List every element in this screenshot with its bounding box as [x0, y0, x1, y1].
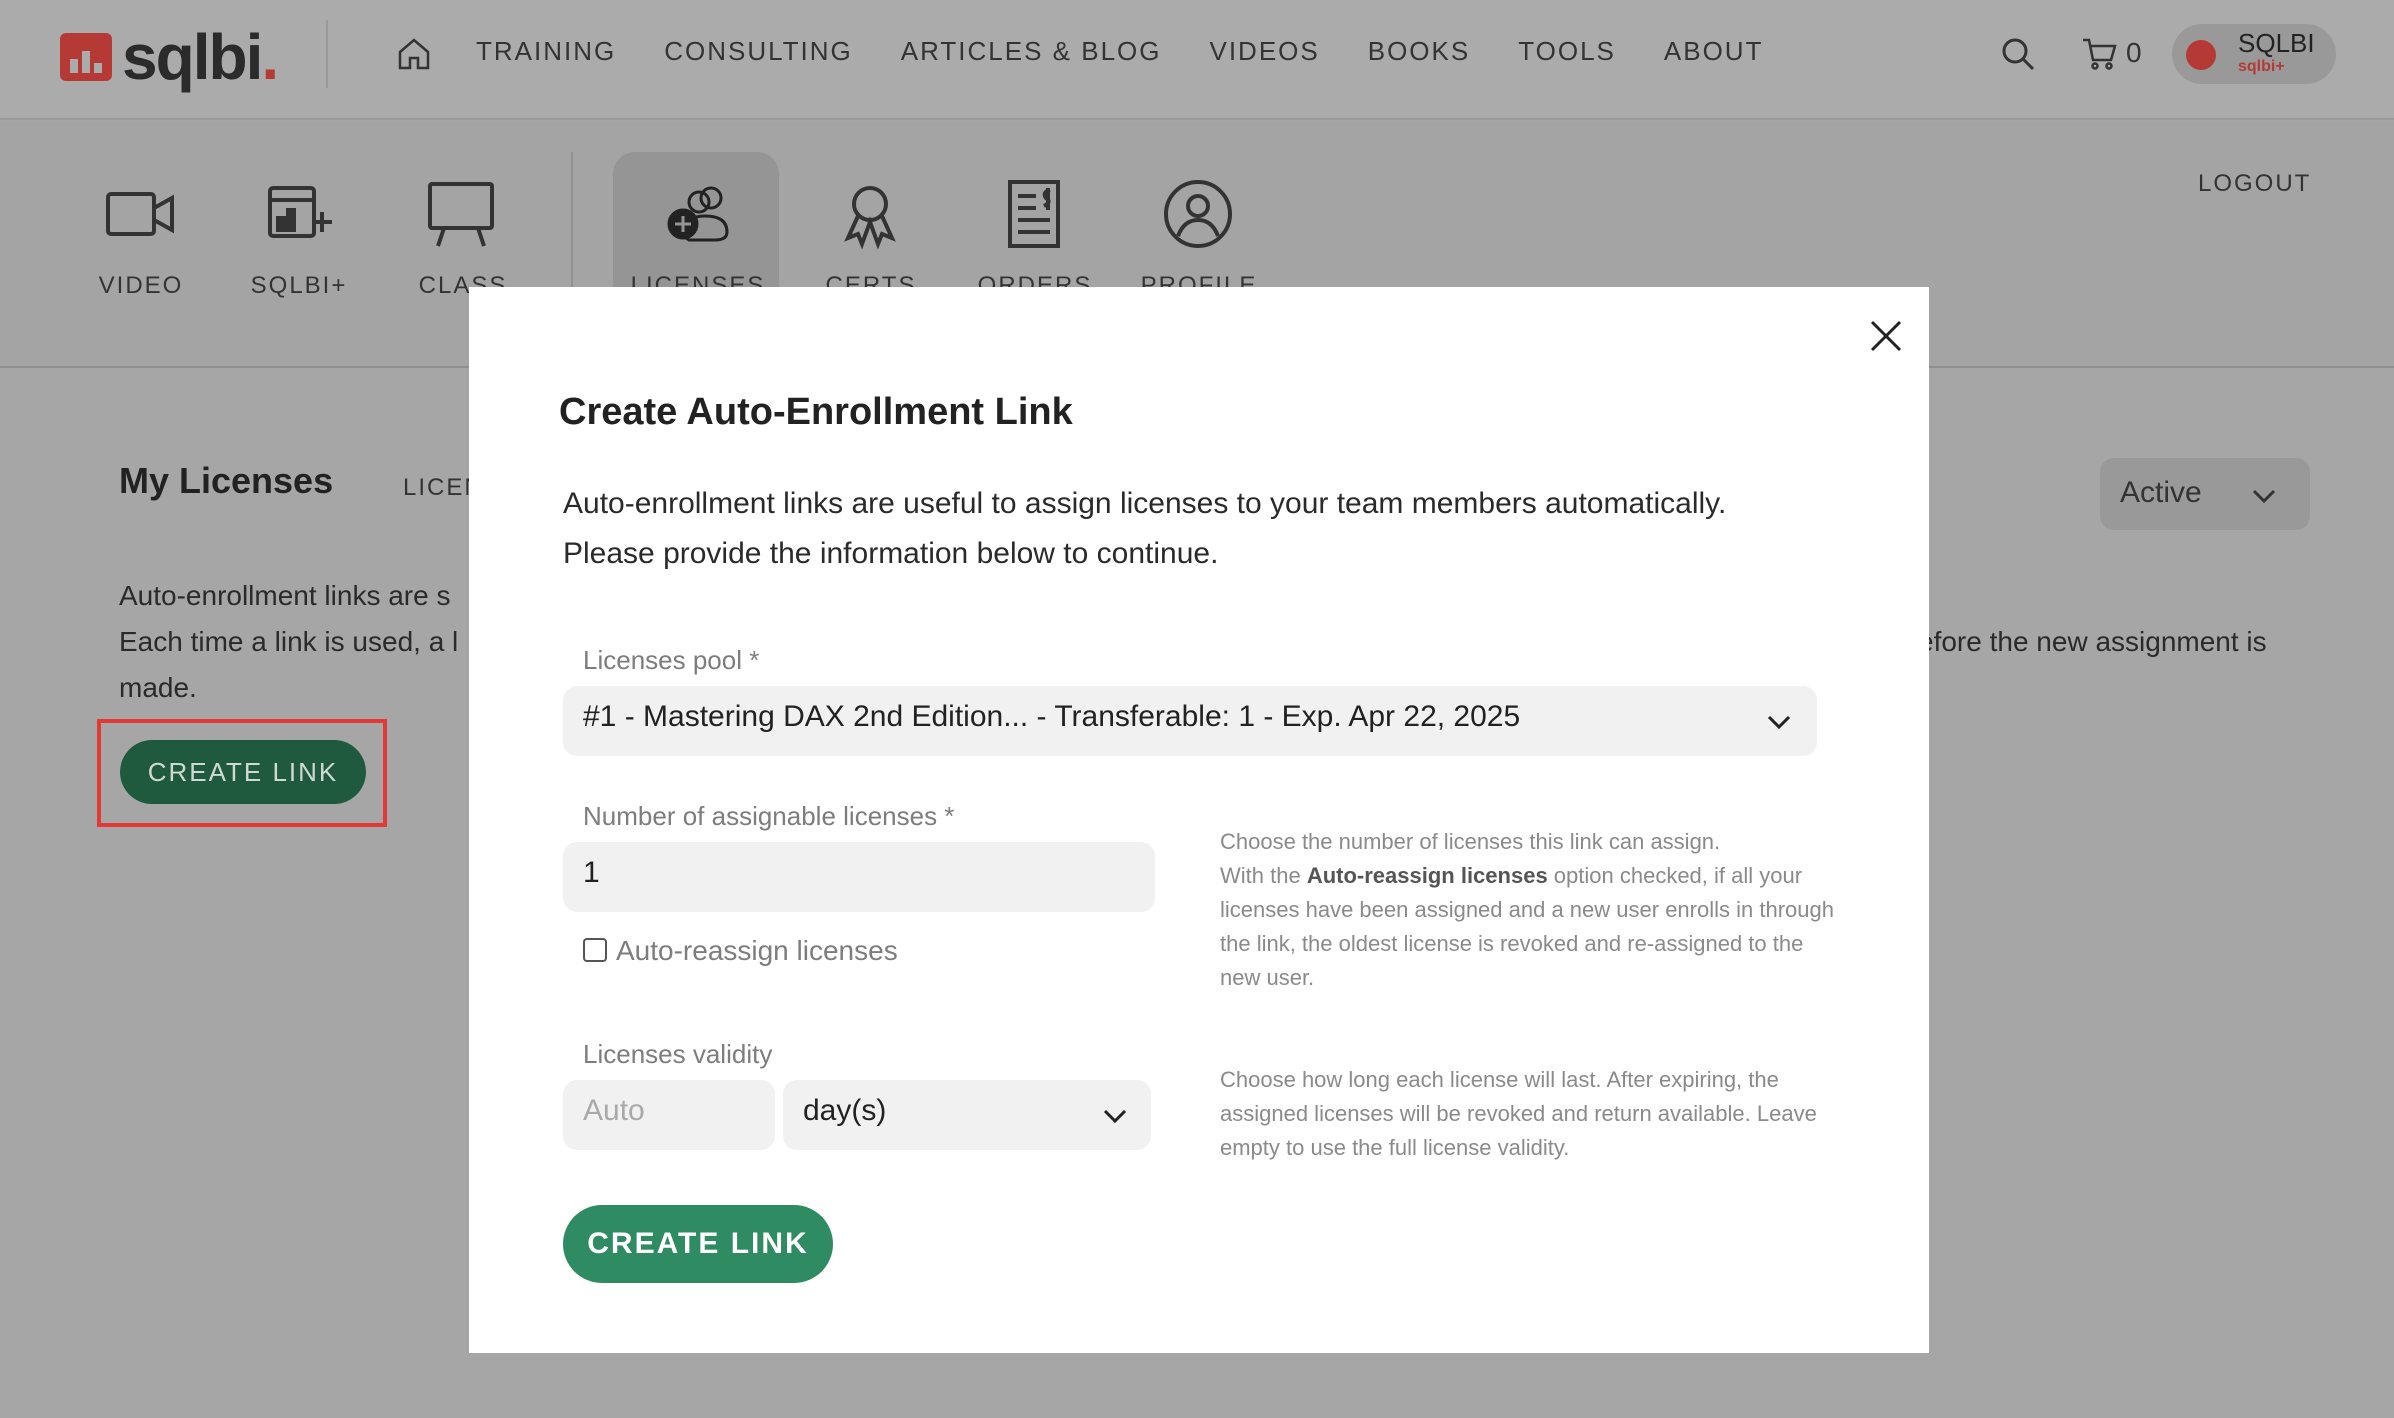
intro-line: Please provide the information below to …	[563, 537, 1219, 570]
auto-reassign-checkbox[interactable]	[583, 938, 607, 962]
auto-reassign-label[interactable]: Auto-reassign licenses	[616, 935, 898, 967]
video-icon	[106, 192, 174, 236]
licenses-pool-label: Licenses pool *	[583, 645, 760, 675]
search-icon[interactable]	[1998, 34, 2038, 74]
page-description: Auto-enrollment links are s Each time a …	[119, 573, 458, 711]
sqlbi-plus-icon	[268, 186, 332, 238]
license-count-input[interactable]: 1	[563, 842, 1155, 912]
logo-mark-icon	[60, 33, 112, 81]
user-avatar	[2186, 40, 2216, 70]
validity-input[interactable]: Auto	[563, 1080, 775, 1150]
description-line: made.	[119, 672, 197, 703]
user-subscription: sqlbi+	[2238, 58, 2285, 75]
cart-count: 0	[2126, 37, 2142, 68]
validity-hint: Choose how long each license will last. …	[1220, 1067, 1817, 1160]
license-count-label: Number of assignable licenses *	[583, 801, 955, 831]
menu-item-books[interactable]: BOOKS	[1368, 36, 1470, 67]
validity-placeholder: Auto	[583, 1094, 645, 1127]
user-menu[interactable]: SQLBI sqlbi+	[2172, 24, 2336, 84]
modal-title: Create Auto-Enrollment Link	[559, 391, 1073, 433]
license-count-hint: Choose the number of licenses this link …	[1220, 825, 1840, 995]
description-line: Auto-enrollment links are s	[119, 580, 451, 611]
logo-dot: .	[261, 21, 279, 93]
modal-intro: Auto-enrollment links are useful to assi…	[563, 479, 1726, 579]
validity-unit-value: day(s)	[803, 1094, 887, 1127]
description-line: Each time a link is used, a l	[119, 626, 459, 657]
licenses-pool-select[interactable]: #1 - Mastering DAX 2nd Edition... - Tran…	[563, 686, 1817, 756]
page-title: My Licenses	[119, 460, 334, 501]
menu-item-consulting[interactable]: CONSULTING	[664, 36, 853, 67]
divider	[326, 20, 328, 88]
user-name: SQLBI	[2238, 28, 2315, 58]
cart-icon	[2083, 38, 2117, 70]
chevron-down-icon	[1767, 715, 1791, 730]
account-nav-video[interactable]: VIDEO	[56, 122, 216, 368]
class-icon	[428, 182, 494, 247]
home-icon[interactable]	[394, 34, 434, 74]
menu-item-articles-blog[interactable]: ARTICLES & BLOG	[901, 36, 1162, 67]
create-link-modal: Create Auto-Enrollment Link Auto-enrollm…	[469, 287, 1929, 1353]
menu-item-tools[interactable]: TOOLS	[1518, 36, 1616, 67]
top-nav: sqlbi. TRAINING CONSULTING ARTICLES & BL…	[0, 0, 2394, 120]
chevron-down-icon	[1103, 1109, 1127, 1124]
description-line: efore the new assignment is	[1918, 626, 2267, 657]
hint-line: Choose the number of licenses this link …	[1220, 829, 1721, 854]
account-nav-label: VIDEO	[98, 272, 184, 299]
main-menu: TRAINING CONSULTING ARTICLES & BLOG VIDE…	[476, 36, 1763, 67]
hint-bold: Auto-reassign licenses	[1306, 863, 1548, 888]
hint-text: With the	[1220, 863, 1307, 888]
licenses-pool-value: #1 - Mastering DAX 2nd Edition... - Tran…	[583, 700, 1521, 733]
highlight-box	[97, 719, 387, 827]
menu-item-about[interactable]: ABOUT	[1664, 36, 1764, 67]
close-icon[interactable]	[1869, 319, 1903, 353]
logout-link[interactable]: LOGOUT	[2198, 170, 2311, 198]
modal-create-link-button[interactable]: CREATE LINK	[563, 1205, 833, 1283]
licenses-icon	[667, 186, 729, 242]
chevron-down-icon	[2252, 489, 2276, 504]
logo-text: sqlbi	[122, 21, 263, 93]
status-filter-value: Active	[2120, 476, 2202, 509]
account-nav-label: SQLBI+	[250, 272, 348, 299]
cart-button[interactable]: 0	[2080, 34, 2142, 72]
certs-icon	[844, 186, 896, 250]
status-filter-select[interactable]: Active	[2100, 458, 2310, 530]
validity-label: Licenses validity	[583, 1039, 773, 1069]
sqlbi-logo[interactable]: sqlbi.	[60, 21, 279, 93]
account-nav-sqlbi-plus[interactable]: SQLBI+	[214, 122, 374, 368]
menu-item-videos[interactable]: VIDEOS	[1209, 36, 1319, 67]
orders-icon	[1008, 180, 1060, 248]
validity-unit-select[interactable]: day(s)	[783, 1080, 1151, 1150]
license-count-value: 1	[583, 856, 600, 889]
profile-icon	[1164, 180, 1232, 248]
intro-line: Auto-enrollment links are useful to assi…	[563, 487, 1727, 520]
menu-item-training[interactable]: TRAINING	[476, 36, 616, 67]
